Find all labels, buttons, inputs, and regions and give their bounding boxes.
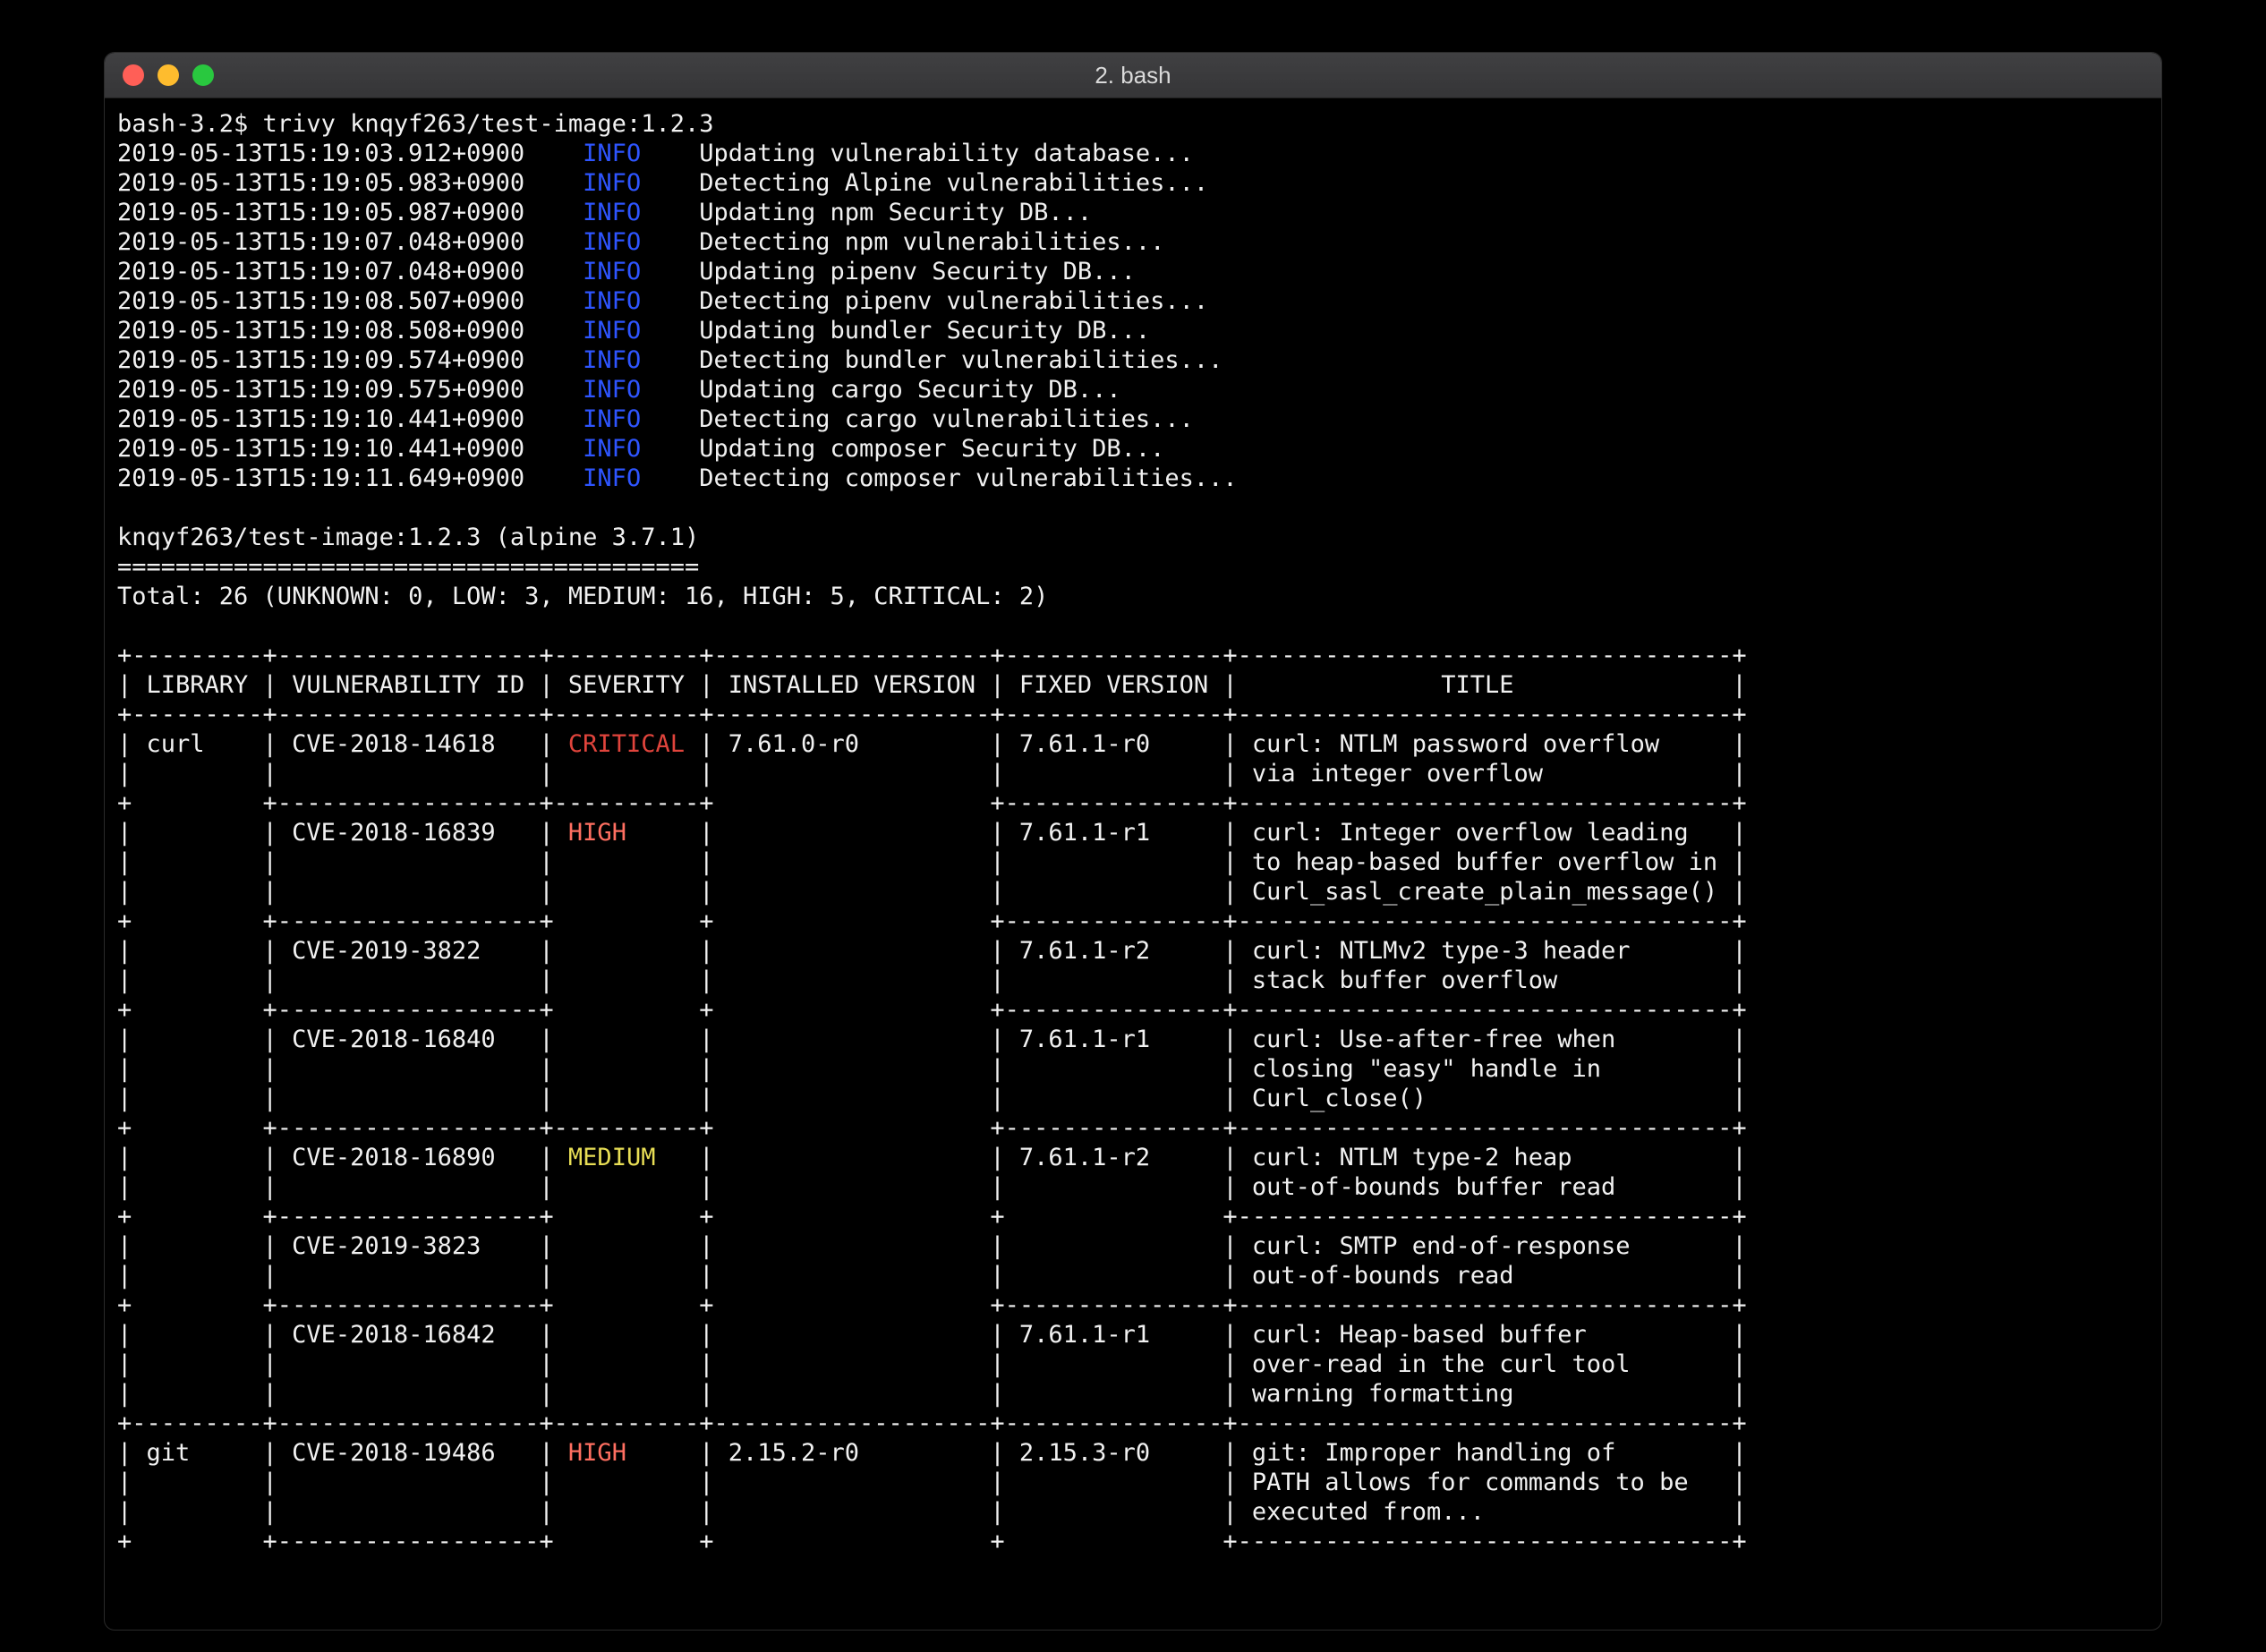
- terminal-line: 2019-05-13T15:19:07.048+0900 INFO Updati…: [117, 257, 2149, 286]
- minimize-button[interactable]: [158, 64, 179, 86]
- terminal-line: | | CVE-2018-16840 | | | 7.61.1-r1 | cur…: [117, 1025, 2149, 1054]
- terminal-line: 2019-05-13T15:19:10.441+0900 INFO Updati…: [117, 434, 2149, 464]
- zoom-button[interactable]: [192, 64, 214, 86]
- terminal-line: | LIBRARY | VULNERABILITY ID | SEVERITY …: [117, 670, 2149, 700]
- terminal-line: | | | | | | PATH allows for commands to …: [117, 1468, 2149, 1497]
- window-controls: [123, 53, 214, 98]
- terminal-line: [117, 611, 2149, 641]
- terminal-line: 2019-05-13T15:19:08.508+0900 INFO Updati…: [117, 316, 2149, 345]
- terminal-content[interactable]: bash-3.2$ trivy knqyf263/test-image:1.2.…: [105, 98, 2161, 1567]
- terminal-line: | | | | | | out-of-bounds buffer read |: [117, 1172, 2149, 1202]
- terminal-line: + +------------------+ + +--------------…: [117, 995, 2149, 1025]
- close-button[interactable]: [123, 64, 144, 86]
- terminal-line: 2019-05-13T15:19:11.649+0900 INFO Detect…: [117, 464, 2149, 493]
- terminal-line: 2019-05-13T15:19:07.048+0900 INFO Detect…: [117, 227, 2149, 257]
- terminal-line: | | | | | | warning formatting |: [117, 1379, 2149, 1409]
- terminal-line: 2019-05-13T15:19:05.987+0900 INFO Updati…: [117, 198, 2149, 227]
- terminal-line: | | | | | | closing "easy" handle in |: [117, 1054, 2149, 1084]
- terminal-line: | | | | | | Curl_close() |: [117, 1084, 2149, 1113]
- terminal-line: +---------+------------------+----------…: [117, 700, 2149, 729]
- terminal-line: 2019-05-13T15:19:03.912+0900 INFO Updati…: [117, 139, 2149, 168]
- terminal-line: | curl | CVE-2018-14618 | CRITICAL | 7.6…: [117, 729, 2149, 759]
- terminal-line: | | CVE-2019-3823 | | | | curl: SMTP end…: [117, 1231, 2149, 1261]
- terminal-line: | | CVE-2018-16839 | HIGH | | 7.61.1-r1 …: [117, 818, 2149, 847]
- terminal-line: 2019-05-13T15:19:09.575+0900 INFO Updati…: [117, 375, 2149, 404]
- terminal-line: | | | | | | Curl_sasl_create_plain_messa…: [117, 877, 2149, 907]
- terminal-line: + +------------------+ + +--------------…: [117, 1290, 2149, 1320]
- terminal-line: + +------------------+ + + +------------…: [117, 1527, 2149, 1556]
- terminal-line: | | | | | | to heap-based buffer overflo…: [117, 847, 2149, 877]
- terminal-line: | git | CVE-2018-19486 | HIGH | 2.15.2-r…: [117, 1438, 2149, 1468]
- terminal-line: 2019-05-13T15:19:08.507+0900 INFO Detect…: [117, 286, 2149, 316]
- terminal-line: | | CVE-2018-16842 | | | 7.61.1-r1 | cur…: [117, 1320, 2149, 1350]
- terminal-line: 2019-05-13T15:19:09.574+0900 INFO Detect…: [117, 345, 2149, 375]
- terminal-line: | | | | | | over-read in the curl tool |: [117, 1350, 2149, 1379]
- terminal-line: + +------------------+----------+ +-----…: [117, 1113, 2149, 1143]
- terminal-line: | | | | | | via integer overflow |: [117, 759, 2149, 788]
- terminal-line: 2019-05-13T15:19:05.983+0900 INFO Detect…: [117, 168, 2149, 198]
- terminal-line: | | | | | | out-of-bounds read |: [117, 1261, 2149, 1290]
- terminal-window: 2. bash bash-3.2$ trivy knqyf263/test-im…: [104, 52, 2162, 1631]
- terminal-output: bash-3.2$ trivy knqyf263/test-image:1.2.…: [117, 109, 2149, 1556]
- terminal-line: +---------+------------------+----------…: [117, 641, 2149, 670]
- terminal-line: [117, 493, 2149, 523]
- terminal-line: + +------------------+ + +--------------…: [117, 907, 2149, 936]
- window-titlebar[interactable]: 2. bash: [105, 53, 2161, 98]
- terminal-line: | | CVE-2018-16890 | MEDIUM | | 7.61.1-r…: [117, 1143, 2149, 1172]
- terminal-line: Total: 26 (UNKNOWN: 0, LOW: 3, MEDIUM: 1…: [117, 582, 2149, 611]
- terminal-line: | | | | | | stack buffer overflow |: [117, 966, 2149, 995]
- terminal-line: + +------------------+ + + +------------…: [117, 1202, 2149, 1231]
- terminal-line: + +------------------+----------+ +-----…: [117, 788, 2149, 818]
- window-title: 2. bash: [1095, 62, 1171, 89]
- terminal-line: 2019-05-13T15:19:10.441+0900 INFO Detect…: [117, 404, 2149, 434]
- terminal-line: | | CVE-2019-3822 | | | 7.61.1-r2 | curl…: [117, 936, 2149, 966]
- terminal-line: | | | | | | executed from... |: [117, 1497, 2149, 1527]
- terminal-line: ========================================: [117, 552, 2149, 582]
- terminal-line: bash-3.2$ trivy knqyf263/test-image:1.2.…: [117, 109, 2149, 139]
- terminal-line: knqyf263/test-image:1.2.3 (alpine 3.7.1): [117, 523, 2149, 552]
- terminal-line: +---------+------------------+----------…: [117, 1409, 2149, 1438]
